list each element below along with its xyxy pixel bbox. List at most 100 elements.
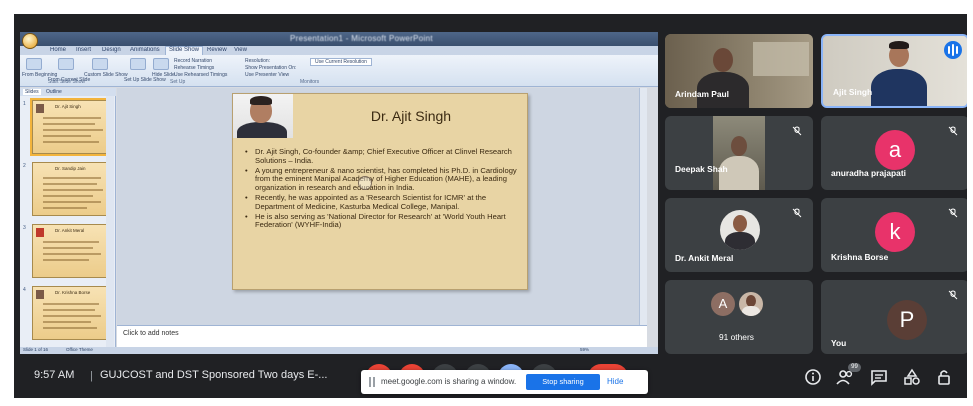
participant-tile[interactable]: Dr. Ankit Meral xyxy=(665,198,813,272)
thumbnail-line xyxy=(43,259,89,261)
notes-pane[interactable]: Click to add notes xyxy=(117,325,647,347)
from-beginning-icon[interactable] xyxy=(26,58,42,70)
chat-icon[interactable] xyxy=(870,368,888,386)
mic-off-icon xyxy=(948,290,958,300)
slide-scrollbar[interactable] xyxy=(639,88,647,325)
participant-photo xyxy=(720,210,760,250)
slide-thumbnail[interactable]: 1 Dr. Ajit Singh xyxy=(23,98,110,156)
show-on-label: Show Presentation On: xyxy=(245,65,297,71)
speaking-bar xyxy=(956,46,958,54)
participant-body xyxy=(871,69,927,106)
record-narration[interactable]: Record Narration xyxy=(174,58,212,64)
thumbnail-number: 1 xyxy=(23,101,26,107)
participant-tile-active-speaker[interactable]: Ajit Singh xyxy=(821,34,967,108)
thumbnail-number: 3 xyxy=(23,225,26,231)
slide-thumbnail[interactable]: 3 Dr. Ankit Meral xyxy=(23,224,108,278)
use-rehearsed-timings[interactable]: Use Rehearsed Timings xyxy=(174,72,227,78)
slide-bullet: He is also serving as 'National Director… xyxy=(245,212,523,231)
others-tile[interactable]: A 91 others xyxy=(665,280,813,354)
self-name: You xyxy=(831,338,847,348)
thumbnail-photo xyxy=(36,228,44,237)
thumbnails-scrollbar[interactable] xyxy=(106,96,114,354)
tab-slides[interactable]: Slides xyxy=(23,89,41,95)
sharing-message: meet.google.com is sharing a window. xyxy=(381,377,517,386)
thumbnail-title: Dr. Krishna Borse xyxy=(55,290,91,295)
tab-animations[interactable]: Animations xyxy=(130,47,160,53)
slide-thumbnail[interactable]: 4 Dr. Krishna Borse xyxy=(23,286,108,340)
participant-name: Arindam Paul xyxy=(675,89,729,99)
media-play-icon[interactable] xyxy=(358,176,372,190)
meeting-info-icon[interactable] xyxy=(804,368,822,386)
participant-tile[interactable]: Arindam Paul xyxy=(665,34,813,108)
hide-slide-icon[interactable] xyxy=(153,58,169,70)
screenshot-frame: Presentation1 - Microsoft PowerPoint Hom… xyxy=(0,0,973,406)
activities-icon[interactable] xyxy=(903,368,921,386)
thumbnail-number: 2 xyxy=(23,163,26,169)
video-background-window xyxy=(753,42,809,76)
zoom-level[interactable]: 59% xyxy=(580,347,589,352)
participant-hair xyxy=(889,41,909,49)
tab-view[interactable]: View xyxy=(234,47,247,53)
participant-tile[interactable]: k Krishna Borse xyxy=(821,198,967,272)
self-tile[interactable]: P You xyxy=(821,280,967,354)
host-controls-icon[interactable] xyxy=(935,368,953,386)
thumbnail-line xyxy=(43,253,101,255)
resolution-select[interactable]: Use Current Resolution xyxy=(310,58,372,66)
setup-show-icon[interactable] xyxy=(130,58,146,70)
participant-name: Ajit Singh xyxy=(833,87,873,97)
theme-name: Office Theme xyxy=(66,347,93,352)
tab-insert[interactable]: Insert xyxy=(76,47,91,53)
tab-outline[interactable]: Outline xyxy=(46,89,62,95)
ppt-window-title: Presentation1 - Microsoft PowerPoint xyxy=(290,34,433,43)
thumbnail-photo xyxy=(36,290,44,299)
resolution-label: Resolution: xyxy=(245,58,271,64)
presenter-view-checkbox[interactable]: Use Presenter View xyxy=(245,72,289,78)
participant-tile[interactable]: Deepak Shah xyxy=(665,116,813,190)
slide-count: Slide 1 of 16 xyxy=(23,347,49,352)
thumbnail-line xyxy=(43,189,103,191)
tab-design[interactable]: Design xyxy=(102,47,121,53)
tab-slide-show[interactable]: Slide Show xyxy=(165,46,204,55)
ppt-status-bar: Slide 1 of 16 Office Theme 59% xyxy=(20,347,658,354)
from-current-icon[interactable] xyxy=(58,58,74,70)
thumbnail-line xyxy=(43,201,101,203)
notes-placeholder: Click to add notes xyxy=(123,330,179,337)
tab-home[interactable]: Home xyxy=(50,47,66,53)
slide-bullet: A young entrepreneur & nano scientist, h… xyxy=(245,166,523,193)
rehearse-timings[interactable]: Rehearse Timings xyxy=(174,65,214,71)
thumbnail-line xyxy=(43,327,97,329)
thumbnail-line xyxy=(43,195,93,197)
others-avatar: A xyxy=(711,292,735,316)
meeting-title: GUJCOST and DST Sponsored Two days E-... xyxy=(100,369,328,381)
photo-body xyxy=(725,232,755,250)
hide-banner-button[interactable]: Hide xyxy=(607,377,623,386)
thumbnail-line xyxy=(43,177,101,179)
ppt-ribbon: From Beginning From Current Slide Custom… xyxy=(20,55,658,87)
thumbnail-line xyxy=(43,123,95,125)
slide-thumbnail[interactable]: 2 Dr. Sandip Jain xyxy=(23,162,108,216)
slide-editing-area: Dr. Ajit Singh Dr. Ajit Singh, Co-founde… xyxy=(117,88,647,325)
mic-off-icon xyxy=(792,126,802,136)
speaking-bar xyxy=(952,44,954,56)
thumbnail-line xyxy=(43,309,95,311)
current-slide[interactable]: Dr. Ajit Singh Dr. Ajit Singh, Co-founde… xyxy=(232,93,528,290)
participant-name: Deepak Shah xyxy=(675,164,728,174)
custom-show-icon[interactable] xyxy=(92,58,108,70)
office-button-icon[interactable] xyxy=(22,33,38,49)
participant-name: Krishna Borse xyxy=(831,252,889,262)
participant-name: anuradha prajapati xyxy=(831,168,906,178)
tab-review[interactable]: Review xyxy=(207,47,227,53)
custom-show-label: Custom Slide Show xyxy=(84,72,128,78)
stop-sharing-button[interactable]: Stop sharing xyxy=(526,374,600,390)
participant-tile[interactable]: a anuradha prajapati xyxy=(821,116,967,190)
slide-title: Dr. Ajit Singh xyxy=(370,108,452,124)
photo-body xyxy=(237,122,287,138)
sharing-banner: meet.google.com is sharing a window. Sto… xyxy=(361,370,648,394)
pane-tabs: Slides Outline xyxy=(20,88,116,96)
group-set-up: Set Up xyxy=(170,79,186,85)
slide-bullet-list: Dr. Ajit Singh, Co-founder &amp; Chief E… xyxy=(245,147,523,231)
participant-name: Dr. Ankit Meral xyxy=(675,253,734,263)
ppt-ribbon-tabs: Home Insert Design Animations Slide Show… xyxy=(20,46,658,55)
slide-bullet: Dr. Ajit Singh, Co-founder &amp; Chief E… xyxy=(245,147,523,166)
thumbnail-line xyxy=(43,315,101,317)
